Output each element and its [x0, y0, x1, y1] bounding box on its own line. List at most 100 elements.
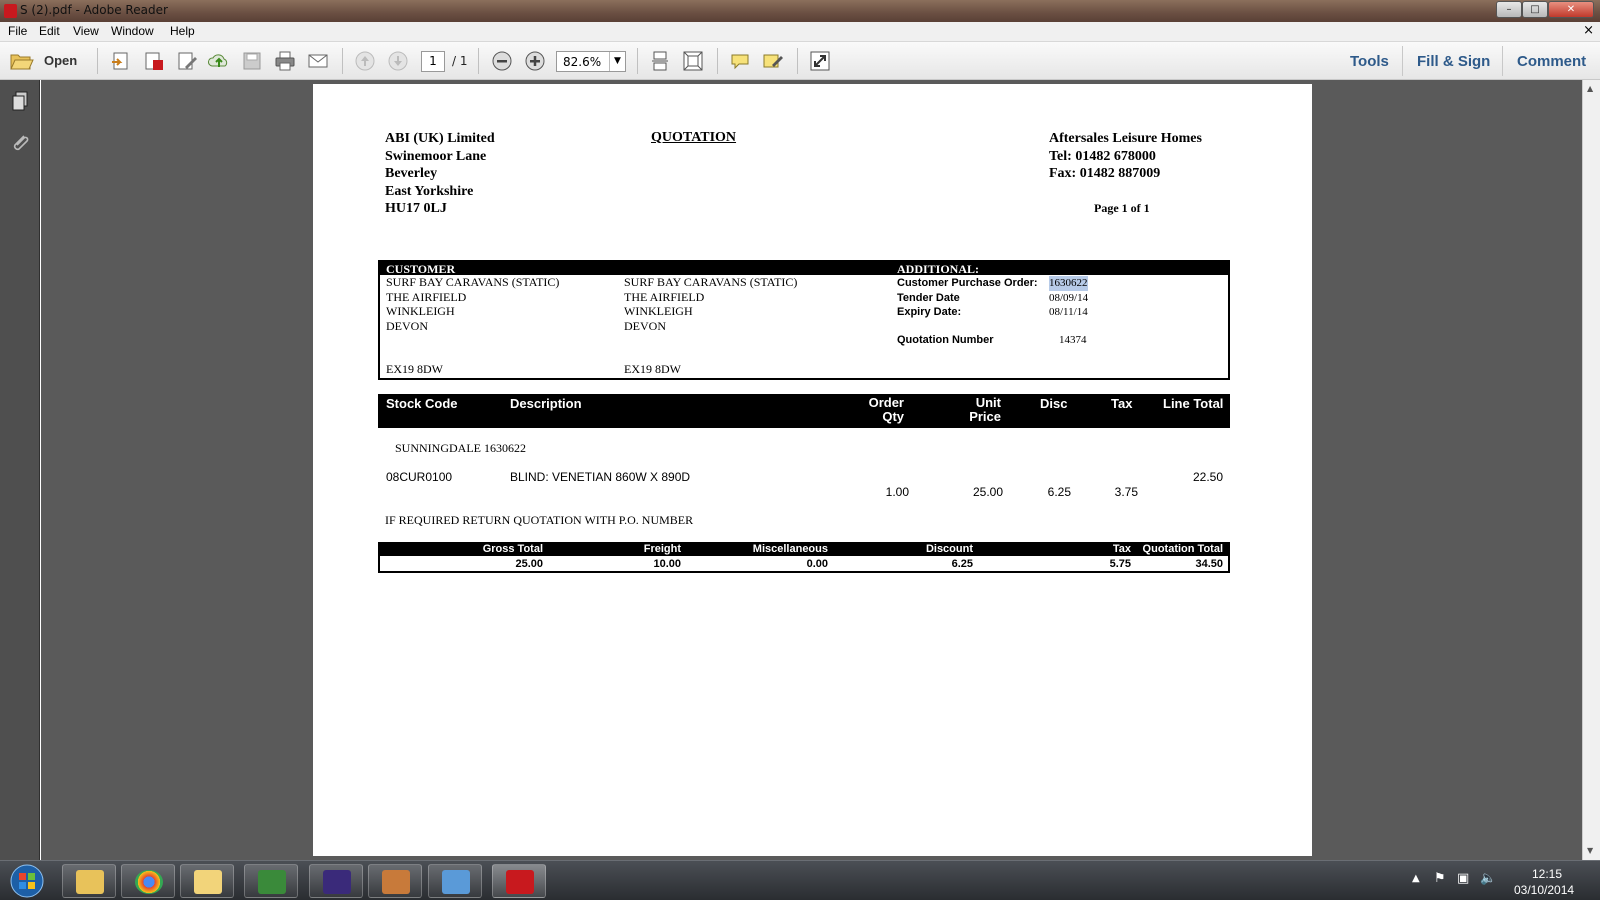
open-button[interactable]: Open	[10, 50, 82, 72]
next-page-icon[interactable]	[387, 50, 409, 72]
save-icon[interactable]	[241, 50, 263, 72]
navigation-pane	[0, 80, 40, 860]
maximize-button[interactable]: □	[1522, 1, 1548, 18]
additional-header: ADDITIONAL:	[897, 262, 980, 276]
col-tax: Tax	[1111, 396, 1133, 411]
attachments-icon[interactable]	[9, 132, 31, 154]
previous-page-icon[interactable]	[354, 50, 376, 72]
taskbar: ▲ ⚑ ▣ 🔈 12:15 03/10/2014	[0, 860, 1600, 900]
sticky-note-icon[interactable]	[729, 50, 751, 72]
menu-file[interactable]: File	[8, 24, 27, 38]
tools-pane-button[interactable]: Tools	[1350, 53, 1389, 70]
toolbar-separator	[1502, 46, 1503, 76]
network-icon[interactable]: ▣	[1457, 871, 1469, 886]
menu-help[interactable]: Help	[170, 24, 195, 38]
scroll-down-icon[interactable]: ▼	[1587, 846, 1593, 855]
toolbar-separator	[797, 48, 798, 74]
toolbar-separator	[478, 48, 479, 74]
supplier-line: Beverley	[385, 166, 438, 181]
close-document-icon[interactable]: ×	[1583, 23, 1594, 38]
line-total: 22.50	[1192, 470, 1223, 484]
start-button[interactable]	[4, 863, 50, 899]
document-heading: QUOTATION	[651, 130, 737, 145]
title-bar: S (2).pdf - Adobe Reader – □ ✕	[0, 0, 1600, 22]
line-qty: 1.00	[885, 485, 909, 499]
col-unit-price-line2: Price	[969, 409, 1001, 424]
scroll-up-icon[interactable]: ▲	[1587, 84, 1593, 93]
minimize-button[interactable]: –	[1496, 1, 1522, 18]
menu-edit[interactable]: Edit	[39, 24, 60, 38]
show-hidden-icons-icon[interactable]: ▲	[1412, 873, 1420, 884]
toolbar-separator	[342, 48, 343, 74]
zoom-in-icon[interactable]	[524, 50, 546, 72]
zoom-select[interactable]: 82.6% ▼	[556, 51, 626, 72]
reference-line: SUNNINGDALE 1630622	[395, 441, 526, 455]
quotation-total-value: 34.50	[1195, 558, 1223, 570]
export-pdf-icon[interactable]	[143, 50, 165, 72]
po-label: Customer Purchase Order:	[897, 277, 1038, 289]
create-pdf-icon[interactable]	[110, 50, 132, 72]
upload-cloud-icon[interactable]	[208, 50, 230, 72]
fit-page-icon[interactable]	[682, 50, 704, 72]
page-total: / 1	[452, 54, 468, 68]
taskbar-chrome[interactable]	[121, 864, 175, 898]
taskbar-sage[interactable]	[244, 864, 298, 898]
contact-block: Aftersales Leisure Homes Tel: 01482 6780…	[1049, 130, 1202, 183]
col-line-total: Line Total	[1163, 396, 1224, 411]
taskbar-outlook[interactable]	[180, 864, 234, 898]
col-unit-price: Unit Price	[961, 396, 1001, 424]
col-description: Description	[510, 396, 582, 411]
highlight-text-icon[interactable]	[762, 50, 784, 72]
clock-time[interactable]: 12:15	[1532, 867, 1562, 881]
toolbar-separator	[97, 48, 98, 74]
miscellaneous-value: 0.00	[806, 558, 828, 570]
col-stock-code: Stock Code	[386, 396, 458, 411]
menu-window[interactable]: Window	[111, 24, 154, 38]
zoom-value: 82.6%	[563, 55, 602, 69]
delivery-address: SURF BAY CARAVANS (STATIC) THE AIRFIELD …	[624, 275, 797, 333]
po-value[interactable]: 1630622	[1049, 276, 1088, 291]
fill-sign-pane-button[interactable]: Fill & Sign	[1417, 53, 1490, 70]
gross-total-value: 25.00	[515, 558, 543, 570]
menu-view[interactable]: View	[73, 24, 99, 38]
supplier-postcode: HU17 0LJ	[385, 201, 447, 216]
close-button[interactable]: ✕	[1548, 1, 1594, 18]
contact-tel: Tel: 01482 678000	[1049, 148, 1156, 164]
supplier-line: East Yorkshire	[385, 183, 474, 199]
print-icon[interactable]	[274, 50, 296, 72]
open-label: Open	[44, 53, 78, 68]
quotation-total-label: Quotation Total	[1142, 543, 1223, 555]
taskbar-calculator[interactable]	[309, 864, 363, 898]
folder-icon	[10, 54, 34, 70]
zoom-out-icon[interactable]	[491, 50, 513, 72]
menu-bar: File Edit View Window Help ×	[0, 22, 1600, 42]
address-line: SURF BAY CARAVANS (STATIC)	[386, 275, 560, 289]
contact-name: Aftersales Leisure Homes	[1049, 131, 1202, 146]
col-order-qty: Order Qty	[864, 396, 904, 424]
monitor-icon	[442, 870, 470, 894]
edit-pdf-icon[interactable]	[176, 50, 198, 72]
taskbar-explorer[interactable]	[62, 864, 116, 898]
toolbar-separator	[1402, 46, 1403, 76]
page-number-input[interactable]: 1	[421, 51, 445, 72]
full-screen-icon[interactable]	[809, 50, 831, 72]
comment-pane-button[interactable]: Comment	[1517, 53, 1586, 70]
action-center-flag-icon[interactable]: ⚑	[1434, 871, 1446, 886]
taskbar-user-app[interactable]	[368, 864, 422, 898]
address-line: DEVON	[624, 318, 666, 333]
scroll-mode-icon[interactable]	[649, 50, 671, 72]
taskbar-adobe-reader[interactable]	[492, 864, 546, 898]
chevron-down-icon[interactable]: ▼	[609, 52, 625, 71]
taskbar-remote-desktop[interactable]	[428, 864, 482, 898]
delivery-postcode: EX19 8DW	[624, 362, 681, 376]
sage-icon	[258, 870, 286, 894]
vertical-scrollbar[interactable]: ▲ ▼	[1582, 80, 1600, 860]
email-icon[interactable]	[307, 50, 329, 72]
volume-icon[interactable]: 🔈	[1480, 871, 1496, 886]
customer-header-bar	[378, 260, 1230, 275]
page-thumbnails-icon[interactable]	[9, 90, 31, 112]
clock-date[interactable]: 03/10/2014	[1514, 883, 1574, 897]
tender-value: 08/09/14	[1049, 291, 1089, 304]
calculator-icon	[323, 870, 351, 894]
line-tax: 3.75	[1114, 485, 1138, 499]
